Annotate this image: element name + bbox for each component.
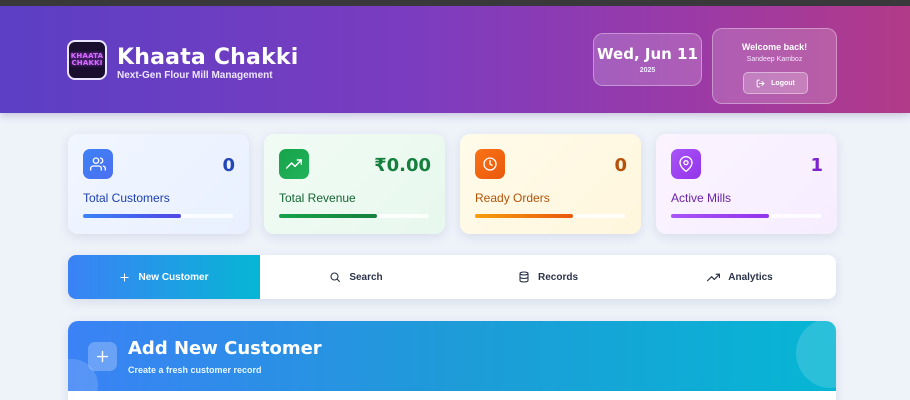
- tab-search[interactable]: Search: [260, 255, 452, 299]
- stat-value: 1: [810, 155, 823, 176]
- stat-progress-fill: [475, 214, 573, 218]
- panel-subtitle: Create a fresh customer record: [128, 365, 262, 375]
- panel-title: Add New Customer: [128, 338, 322, 359]
- app-title: Khaata Chakki: [117, 45, 299, 70]
- app-subtitle: Next-Gen Flour Mill Management: [117, 70, 273, 81]
- tab-analytics[interactable]: Analytics: [644, 255, 836, 299]
- logout-button[interactable]: Logout: [743, 72, 808, 94]
- stat-label: Total Revenue: [279, 191, 356, 205]
- stat-value: ₹0.00: [374, 155, 431, 176]
- logout-icon: [756, 79, 765, 87]
- stat-label: Total Customers: [83, 191, 170, 205]
- app-logo: KHAATA CHAKKI: [67, 40, 107, 80]
- stat-label: Ready Orders: [475, 191, 550, 205]
- welcome-text: Welcome back!: [741, 42, 808, 52]
- tab-label: Analytics: [728, 271, 773, 283]
- stat-card-total-revenue: ₹0.00 Total Revenue: [264, 134, 445, 234]
- stat-card-total-customers: 0 Total Customers: [68, 134, 249, 234]
- trending-up-icon: [279, 149, 309, 179]
- current-date: Wed, Jun 11: [597, 45, 698, 63]
- stat-label: Active Mills: [671, 191, 732, 205]
- stat-progress-track: [83, 214, 233, 218]
- panel-header: Add New Customer Create a fresh customer…: [68, 321, 836, 391]
- date-card: Wed, Jun 11 2025: [593, 33, 702, 86]
- users-icon: [83, 149, 113, 179]
- stat-progress-track: [475, 214, 625, 218]
- current-year: 2025: [639, 67, 656, 74]
- main-tabs: New Customer Search Records Analytics: [68, 255, 836, 299]
- tab-label: Search: [349, 271, 383, 283]
- map-pin-icon: [671, 149, 701, 179]
- clock-icon: [475, 149, 505, 179]
- stat-progress-fill: [671, 214, 769, 218]
- decorative-circle: [796, 321, 836, 388]
- stat-value: 0: [222, 155, 235, 176]
- add-customer-panel: Add New Customer Create a fresh customer…: [68, 321, 836, 400]
- stat-progress-fill: [279, 214, 377, 218]
- stat-progress-fill: [83, 214, 181, 218]
- stat-progress-track: [671, 214, 821, 218]
- logout-label: Logout: [771, 79, 795, 87]
- trending-up-icon: [707, 273, 721, 281]
- search-icon: [330, 272, 341, 283]
- stat-card-ready-orders: 0 Ready Orders: [460, 134, 641, 234]
- tab-new-customer[interactable]: New Customer: [68, 255, 260, 299]
- plus-icon: [88, 342, 117, 371]
- user-name: Sandeep Kamboz: [746, 56, 803, 63]
- stat-progress-track: [279, 214, 429, 218]
- tab-label: Records: [537, 271, 578, 283]
- database-icon: [519, 271, 529, 283]
- stat-value: 0: [614, 155, 627, 176]
- welcome-card: Welcome back! Sandeep Kamboz Logout: [712, 28, 837, 104]
- app-header: KHAATA CHAKKI Khaata Chakki Next-Gen Flo…: [0, 6, 910, 113]
- tab-label: New Customer: [138, 271, 209, 283]
- tab-records[interactable]: Records: [452, 255, 644, 299]
- logo-text-bottom: CHAKKI: [71, 59, 103, 67]
- stat-card-active-mills: 1 Active Mills: [656, 134, 837, 234]
- plus-icon: [120, 272, 130, 282]
